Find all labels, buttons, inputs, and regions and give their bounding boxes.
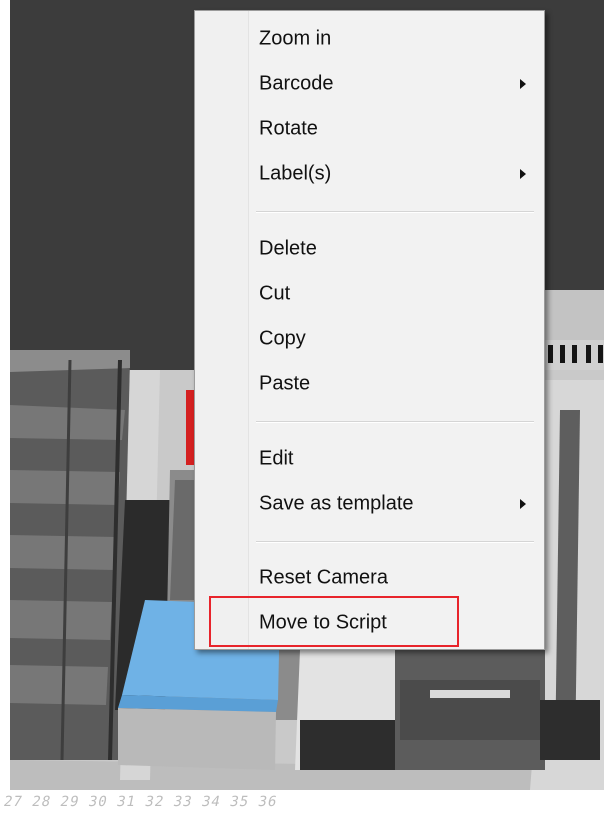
menu-item-label: Copy <box>259 327 306 350</box>
menu-item-rotate[interactable]: Rotate <box>195 109 544 149</box>
menu-item-delete[interactable]: Delete <box>195 229 544 269</box>
left-tip-rack-stack[interactable] <box>10 350 130 761</box>
menu-item-save-as-template[interactable]: Save as template <box>195 484 544 524</box>
menu-item-label: Barcode <box>259 72 334 95</box>
menu-item-label: Zoom in <box>259 27 332 50</box>
menu-item-barcode[interactable]: Barcode <box>195 64 544 104</box>
menu-item-label: Move to Script <box>259 611 387 634</box>
menu-item-copy[interactable]: Copy <box>195 319 544 359</box>
menu-item-cut[interactable]: Cut <box>195 274 544 314</box>
menu-item-label: Edit <box>259 447 294 470</box>
menu-item-label: Paste <box>259 372 311 395</box>
menu-item-label: Reset Camera <box>259 566 388 589</box>
menu-item-edit[interactable]: Edit <box>195 439 544 479</box>
menu-item-move-to-script[interactable]: Move to Script <box>195 603 544 643</box>
right-rack[interactable] <box>545 340 604 370</box>
menu-item-label: Save as template <box>259 492 414 515</box>
menu-item-label: Label(s) <box>259 162 332 185</box>
context-menu: Zoom in Barcode Rotate Label(s) Delete C… <box>194 10 545 650</box>
menu-separator <box>256 211 534 213</box>
menu-separator <box>256 541 534 543</box>
menu-item-paste[interactable]: Paste <box>195 364 544 404</box>
menu-item-label: Delete <box>259 237 317 260</box>
deck-ruler-labels: 27 28 29 30 31 32 33 34 35 36 <box>2 794 279 810</box>
submenu-arrow-icon <box>520 79 526 89</box>
menu-item-label: Rotate <box>259 117 318 140</box>
menu-separator <box>256 421 534 423</box>
menu-item-zoom-in[interactable]: Zoom in <box>195 19 544 59</box>
menu-item-label: Cut <box>259 282 291 305</box>
menu-item-labels[interactable]: Label(s) <box>195 154 544 194</box>
menu-item-reset-camera[interactable]: Reset Camera <box>195 558 544 598</box>
submenu-arrow-icon <box>520 499 526 509</box>
submenu-arrow-icon <box>520 169 526 179</box>
